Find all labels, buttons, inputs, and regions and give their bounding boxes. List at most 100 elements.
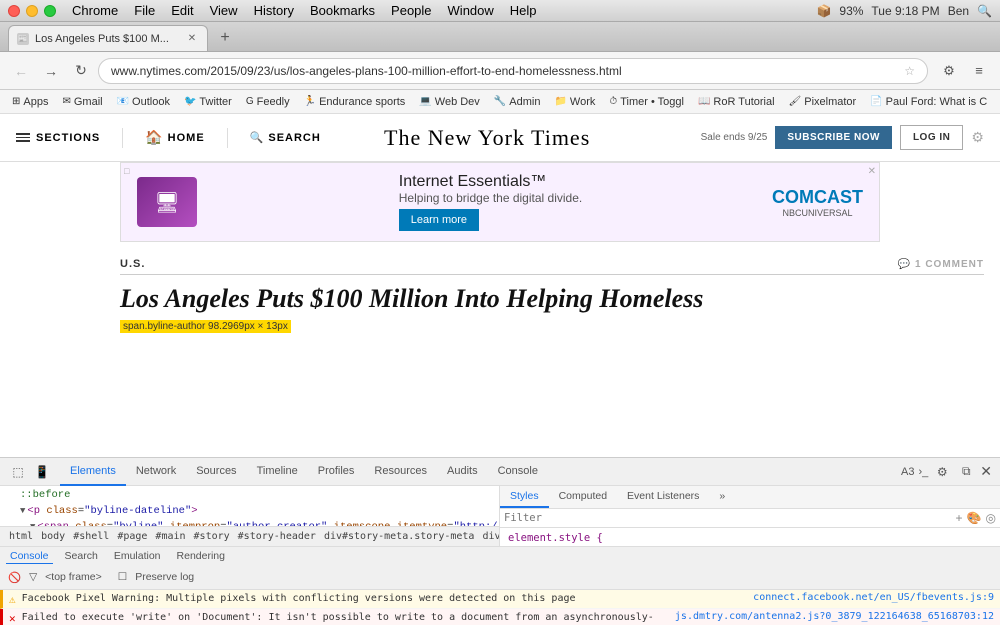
bookmark-paulford[interactable]: 📄 Paul Ford: What is C <box>864 94 993 110</box>
menu-history[interactable]: History <box>254 3 294 18</box>
breadcrumb-shell[interactable]: #shell <box>70 530 112 543</box>
breadcrumb-story-meta[interactable]: div#story-meta.story-meta <box>321 530 478 543</box>
add-style-icon[interactable]: + <box>956 511 963 525</box>
ad-learn-button[interactable]: Learn more <box>399 209 479 231</box>
bookmark-timer[interactable]: ⏱ Timer • Toggl <box>603 94 690 110</box>
settings-icon[interactable]: ⚙ <box>971 129 984 146</box>
bookmark-other[interactable]: Other Bookmarks › <box>995 94 1000 110</box>
breadcrumb-main[interactable]: #main <box>152 530 188 543</box>
breadcrumb-html[interactable]: html <box>6 530 36 543</box>
console-tab-rendering[interactable]: Rendering <box>173 549 229 563</box>
address-bar[interactable]: www.nytimes.com/2015/09/23/us/los-angele… <box>98 58 928 84</box>
devtools-tab-sources[interactable]: Sources <box>186 458 246 486</box>
bookmarks-bar: ⊞ Apps ✉ Gmail 📧 Outlook 🐦 Twitter G Fee… <box>0 90 1000 114</box>
bookmark-webdev[interactable]: 💻 Web Dev <box>413 94 486 110</box>
devtools-dock-icon[interactable]: ⧉ <box>956 462 976 482</box>
spotlight-icon[interactable]: 🔍 <box>977 4 992 18</box>
battery-text: 93% <box>839 4 863 18</box>
html-line[interactable]: ::before <box>0 488 499 504</box>
login-button[interactable]: LOG IN <box>900 125 963 150</box>
close-button[interactable] <box>8 5 20 17</box>
subscribe-button[interactable]: SUBSCRIBE NOW <box>775 126 892 149</box>
console-tab-search[interactable]: Search <box>61 549 102 563</box>
styles-tab-more[interactable]: » <box>709 486 735 508</box>
twitter-icon: 🐦 <box>184 96 196 107</box>
devtools-tab-resources[interactable]: Resources <box>364 458 437 486</box>
extensions-icon[interactable]: ⚙ <box>936 58 962 84</box>
maximize-button[interactable] <box>44 5 56 17</box>
breadcrumb-story[interactable]: #story <box>191 530 233 543</box>
tab-close-button[interactable]: ✕ <box>185 32 199 46</box>
devtools-mobile-icon[interactable]: 📱 <box>32 462 52 482</box>
bookmark-admin[interactable]: 🔧 Admin <box>488 94 547 110</box>
styles-filter-input[interactable] <box>504 512 952 524</box>
devtools-inspect-icon[interactable]: ⬚ <box>8 462 28 482</box>
bookmark-apps[interactable]: ⊞ Apps <box>6 94 54 110</box>
active-tab[interactable]: 📰 Los Angeles Puts $100 M... ✕ <box>8 25 208 51</box>
devtools-close-button[interactable]: ✕ <box>980 463 992 480</box>
new-tab-button[interactable]: + <box>212 25 238 51</box>
console-tab-emulation[interactable]: Emulation <box>110 549 165 563</box>
devtools-tab-console[interactable]: Console <box>488 458 548 486</box>
devtools-tab-elements[interactable]: Elements <box>60 458 126 486</box>
menu-window[interactable]: Window <box>448 3 494 18</box>
ad-close-button[interactable]: ✕ <box>868 166 876 177</box>
bookmark-feedly[interactable]: G Feedly <box>240 94 296 110</box>
devtools-settings-icon[interactable]: ⚙ <box>932 462 952 482</box>
bookmark-endurance[interactable]: 🏃 Endurance sports <box>298 94 412 110</box>
devtools-tab-timeline[interactable]: Timeline <box>247 458 308 486</box>
bookmark-work[interactable]: 📁 Work <box>548 94 601 110</box>
comment-count[interactable]: 💬 1 COMMENT <box>898 259 984 270</box>
menu-people[interactable]: People <box>391 3 431 18</box>
breadcrumb-story-header[interactable]: #story-header <box>235 530 319 543</box>
devtools-tab-network[interactable]: Network <box>126 458 186 486</box>
forward-button[interactable]: → <box>38 58 64 84</box>
back-button[interactable]: ← <box>8 58 34 84</box>
menu-bookmarks[interactable]: Bookmarks <box>310 3 375 18</box>
menu-help[interactable]: Help <box>510 3 537 18</box>
breadcrumb-story-meta-footer[interactable]: div#story-meta-footer.story-meta-footer <box>479 530 499 543</box>
menu-edit[interactable]: Edit <box>171 3 193 18</box>
console-message-text-1: Facebook Pixel Warning: Multiple pixels … <box>22 592 748 606</box>
triangle-icon[interactable] <box>20 506 25 516</box>
styles-tab-event-listeners[interactable]: Event Listeners <box>617 486 709 508</box>
search-button[interactable]: 🔍 SEARCH <box>250 131 321 144</box>
ad-text-area: Internet Essentials™ Helping to bridge t… <box>399 173 582 231</box>
styles-tab-computed[interactable]: Computed <box>549 486 617 508</box>
refresh-button[interactable]: ↻ <box>68 58 94 84</box>
shadow-icon[interactable]: ◎ <box>986 511 996 525</box>
breadcrumb-page[interactable]: #page <box>114 530 150 543</box>
devtools-tab-profiles[interactable]: Profiles <box>308 458 365 486</box>
color-picker-icon[interactable]: 🎨 <box>967 511 982 525</box>
html-line[interactable]: <p class="byline-dateline"> <box>0 504 499 520</box>
menu-view[interactable]: View <box>210 3 238 18</box>
bookmark-twitter[interactable]: 🐦 Twitter <box>178 94 238 110</box>
menu-file[interactable]: File <box>134 3 155 18</box>
console-message-source-1[interactable]: connect.facebook.net/en_US/fbevents.js:9 <box>753 592 994 603</box>
sections-button[interactable]: SECTIONS <box>16 132 100 144</box>
console-filter-icon[interactable]: ▽ <box>29 571 37 583</box>
console-clear-icon[interactable]: 🚫 <box>8 571 21 584</box>
bookmark-gmail[interactable]: ✉ Gmail <box>56 94 108 110</box>
bookmark-outlook[interactable]: 📧 Outlook <box>111 94 176 110</box>
feedly-icon: G <box>246 96 254 107</box>
bookmark-star-icon[interactable]: ☆ <box>904 64 915 78</box>
bookmark-ror-label: RoR Tutorial <box>713 96 774 108</box>
bookmark-ror[interactable]: 📖 RoR Tutorial <box>692 94 781 110</box>
toolbar-actions: ⚙ ≡ <box>936 58 992 84</box>
styles-tab-styles[interactable]: Styles <box>500 486 549 508</box>
console-message-source-2[interactable]: js.dmtry.com/antenna2.js?0_3879_12216463… <box>675 611 994 622</box>
home-button[interactable]: 🏠 HOME <box>145 129 204 146</box>
devtools-tab-audits[interactable]: Audits <box>437 458 488 486</box>
bookmark-pixelmator[interactable]: 🖌 Pixelmator <box>783 94 863 110</box>
console-preserve-log-checkbox[interactable]: ☐ <box>118 571 127 583</box>
console-tab-console[interactable]: Console <box>6 549 53 564</box>
minimize-button[interactable] <box>26 5 38 17</box>
console-message-1: ⚠ Facebook Pixel Warning: Multiple pixel… <box>0 590 1000 609</box>
console-frame-selector[interactable]: <top frame> <box>45 571 102 583</box>
console-top-bar: 🚫 ▽ <top frame> ☐ Preserve log <box>0 566 1000 590</box>
menu-icon[interactable]: ≡ <box>966 58 992 84</box>
traffic-lights[interactable] <box>8 5 56 17</box>
menu-chrome[interactable]: Chrome <box>72 3 118 18</box>
breadcrumb-body[interactable]: body <box>38 530 68 543</box>
